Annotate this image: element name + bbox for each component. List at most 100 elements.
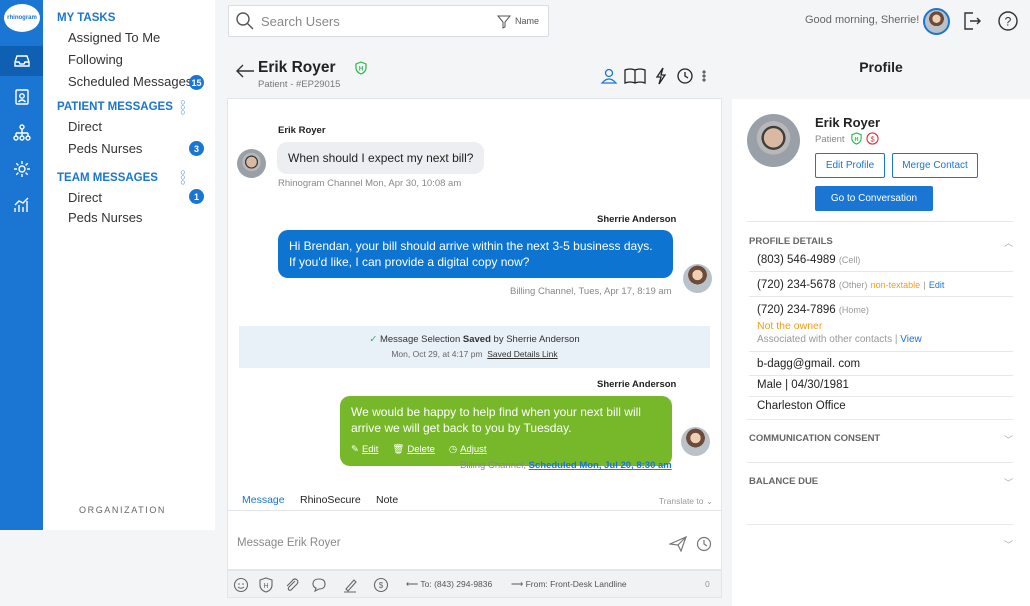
message-thread: Erik Royer When should I expect my next … [227, 98, 722, 530]
edit-scheduled-button[interactable]: ✎ Edit [351, 442, 378, 458]
translate-dropdown[interactable]: Translate to ⌄ [659, 496, 713, 507]
sidebar-item-pm-direct[interactable]: Direct [68, 119, 102, 134]
pm-peds-count-badge: 3 [189, 141, 204, 156]
payment-dollar-icon[interactable]: $ [373, 577, 389, 593]
edit-profile-button[interactable]: Edit Profile [815, 153, 885, 178]
check-icon: ✓ [369, 334, 380, 345]
phone-home: (720) 234-7896 (Home) [757, 304, 869, 316]
top-bar: Search Users Name Good morning, Sherrie!… [215, 0, 1030, 43]
search-filter-label[interactable]: Name [515, 16, 539, 26]
patient-messages-heading[interactable]: PATIENT MESSAGES [57, 101, 173, 113]
lightning-icon[interactable] [652, 67, 670, 85]
help-icon[interactable]: ? [997, 10, 1019, 32]
svg-text:H: H [263, 583, 268, 590]
tab-rhinosecure[interactable]: RhinoSecure [300, 494, 361, 506]
divider [749, 296, 1013, 297]
saved-details-link[interactable]: Saved Details Link [487, 349, 557, 359]
sidebar-item-following[interactable]: Following [68, 52, 123, 67]
sidebar-item-scheduled[interactable]: Scheduled Messages [68, 74, 192, 89]
saved-note-status: Saved [462, 334, 491, 345]
delete-label: Delete [407, 444, 435, 455]
divider [749, 396, 1013, 397]
adjust-scheduled-button[interactable]: ◷ Adjust [449, 442, 487, 458]
trash-icon: 🗑 [392, 444, 405, 455]
chevron-down-icon[interactable]: ﹀ [1004, 433, 1013, 446]
saved-note-text: ✓ Message Selection Saved by Sherrie And… [239, 334, 710, 345]
message-sender: Sherrie Anderson [597, 214, 677, 225]
org-chart-icon[interactable] [0, 118, 43, 148]
contacts-icon[interactable] [0, 82, 43, 112]
conversation-actions [600, 67, 712, 85]
schedule-clock-icon[interactable] [696, 536, 712, 552]
emoji-icon[interactable] [233, 577, 249, 593]
phone-cell-number: (803) 546-4989 [757, 254, 836, 266]
team-messages-more-icon[interactable]: ○ ○ ○ [179, 168, 187, 187]
outgoing-message-bubble[interactable]: Hi Brendan, your bill should arrive with… [278, 230, 673, 278]
sidebar-item-assigned[interactable]: Assigned To Me [68, 30, 160, 45]
sender-avatar [681, 427, 710, 456]
meta-prefix: Billing Channel, [460, 460, 527, 471]
chevron-up-icon[interactable]: ︿ [1004, 236, 1013, 249]
message-sender: Erik Royer [278, 125, 326, 136]
edit-phone-link[interactable]: Edit [929, 280, 945, 290]
hipaa-consent-icon[interactable]: H [258, 577, 274, 593]
phone-home-number: (720) 234-7896 [757, 304, 836, 316]
go-to-conversation-button[interactable]: Go to Conversation [815, 186, 933, 211]
clock-icon[interactable] [676, 67, 694, 85]
svg-text:H: H [359, 67, 363, 73]
phone-other-type: (Other) [838, 280, 868, 290]
from-channel-text: From: Front-Desk Landline [525, 579, 627, 589]
search-input[interactable]: Search Users [261, 14, 340, 29]
greeting-text: Good morning, Sherrie! [805, 14, 920, 26]
logout-icon[interactable] [961, 10, 983, 32]
back-arrow-icon[interactable] [235, 63, 255, 79]
sidebar-item-tm-peds[interactable]: Peds Nurses [68, 210, 142, 225]
filter-icon[interactable] [497, 15, 511, 29]
tab-message[interactable]: Message [242, 494, 285, 506]
role-text: Patient [815, 134, 845, 145]
tab-note[interactable]: Note [376, 494, 398, 506]
send-icon[interactable] [669, 536, 687, 552]
sidebar: MY TASKS Assigned To Me Following Schedu… [43, 0, 215, 530]
sidebar-item-tm-direct[interactable]: Direct [68, 190, 102, 205]
scheduled-time-link[interactable]: Scheduled Mon, Jul 20, 8:30 am [529, 460, 672, 471]
user-avatar[interactable] [923, 8, 950, 35]
svg-text:H: H [855, 137, 859, 143]
non-textable-label: non-textable [870, 280, 921, 290]
view-associated-link[interactable]: View [900, 334, 922, 345]
chevron-down-icon[interactable]: ﹀ [1004, 476, 1013, 489]
search-icon [236, 12, 254, 30]
conversation-panel: Erik Royer Patient - #EP29015 H Erik Roy… [215, 43, 732, 606]
merge-contact-button[interactable]: Merge Contact [892, 153, 978, 178]
patient-messages-more-icon[interactable]: ○ ○ ○ [179, 98, 187, 117]
profile-details-heading[interactable]: PROFILE DETAILS [749, 236, 833, 247]
delete-scheduled-button[interactable]: 🗑 Delete [392, 442, 435, 458]
profile-user-icon[interactable] [600, 67, 618, 85]
settings-icon[interactable] [0, 154, 43, 184]
signature-pen-icon[interactable] [342, 577, 358, 593]
organization-label[interactable]: ORGANIZATION [79, 505, 166, 515]
more-options-icon[interactable] [700, 67, 712, 85]
sidebar-item-pm-peds[interactable]: Peds Nurses [68, 141, 142, 156]
user-search-box[interactable]: Search Users Name [228, 5, 549, 37]
message-input[interactable]: Message Erik Royer [227, 510, 722, 570]
chat-bubble-icon[interactable] [311, 577, 327, 593]
communication-consent-heading[interactable]: COMMUNICATION CONSENT [749, 433, 880, 444]
from-channel[interactable]: ⟶ From: Front-Desk Landline [511, 579, 627, 590]
attachment-icon[interactable] [284, 577, 300, 593]
edit-label: Edit [361, 444, 379, 455]
scheduled-count-badge: 15 [189, 75, 204, 90]
scheduled-message-bubble[interactable]: We would be happy to help find when your… [340, 396, 672, 466]
rhinogram-logo[interactable]: rhinogram [4, 4, 40, 32]
to-number-text: To: (843) 294-9836 [420, 579, 493, 589]
team-messages-heading[interactable]: TEAM MESSAGES [57, 172, 158, 184]
incoming-message-bubble[interactable]: When should I expect my next bill? [277, 142, 485, 174]
chevron-down-icon[interactable]: ﹀ [1004, 538, 1013, 551]
inbox-icon[interactable] [0, 46, 43, 76]
balance-due-heading[interactable]: BALANCE DUE [749, 476, 818, 487]
divider [747, 462, 1013, 463]
to-number[interactable]: ⟵ To: (843) 294-9836 [406, 579, 492, 590]
analytics-icon[interactable] [0, 190, 43, 220]
library-book-icon[interactable] [624, 67, 646, 85]
message-placeholder: Message Erik Royer [237, 537, 341, 549]
